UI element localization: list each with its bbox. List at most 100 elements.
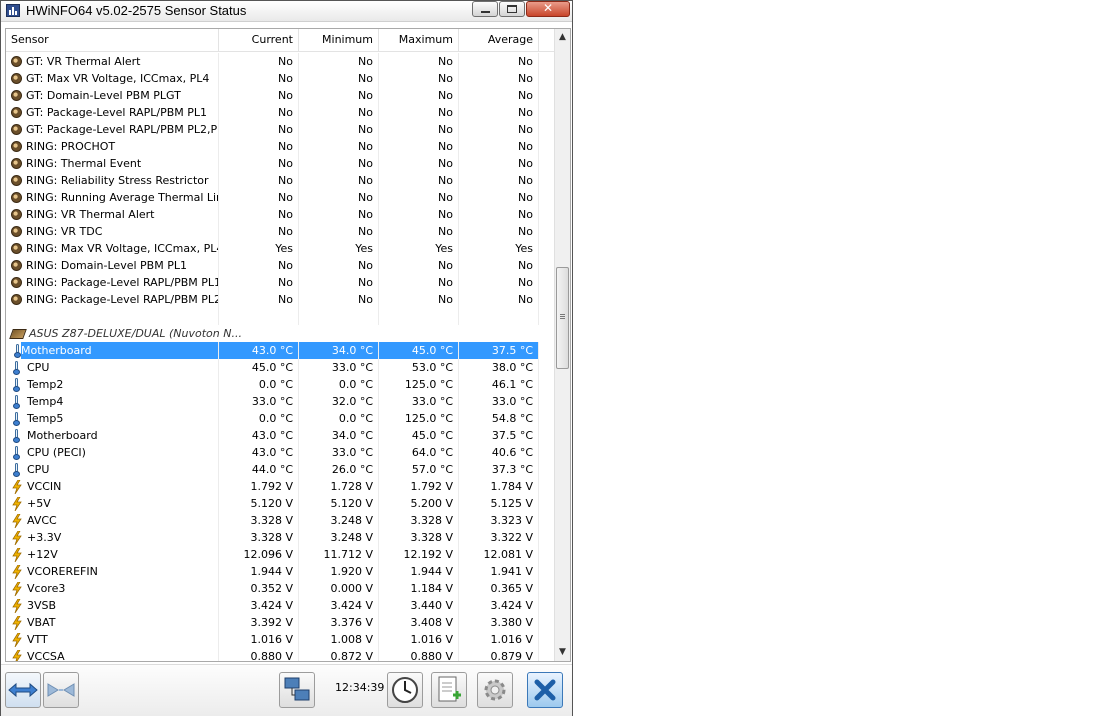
column-header-average[interactable]: Average	[459, 29, 539, 51]
sensor-name-cell: Motherboard	[12, 342, 219, 359]
sensor-label: RING: Max VR Voltage, ICCmax, PL4	[26, 242, 219, 255]
column-header-current[interactable]: Current	[219, 29, 299, 51]
value-average: No	[459, 291, 539, 308]
sensor-row[interactable]: 3VSB 3.424 V 3.424 V 3.440 V 3.424 V	[6, 597, 555, 614]
expand-arrows-icon	[6, 673, 40, 707]
settings-button[interactable]	[477, 672, 513, 708]
value-minimum: 0.000 V	[299, 580, 379, 597]
collapse-button[interactable]	[43, 672, 79, 708]
sensor-row[interactable]: +3.3V 3.328 V 3.248 V 3.328 V 3.322 V	[6, 529, 555, 546]
sensor-row[interactable]: +5V 5.120 V 5.120 V 5.200 V 5.125 V	[6, 495, 555, 512]
value-minimum: No	[299, 172, 379, 189]
value-minimum: 34.0 °C	[299, 427, 379, 444]
sensor-row[interactable]: RING: Thermal Event No No No No	[6, 155, 555, 172]
close-sensors-button[interactable]	[527, 672, 563, 708]
sensor-row[interactable]: GT: Domain-Level PBM PLGT No No No No	[6, 87, 555, 104]
sensor-label: GT: Max VR Voltage, ICCmax, PL4	[26, 72, 210, 85]
value-maximum: 1.944 V	[379, 563, 459, 580]
value-current: No	[219, 172, 299, 189]
value-average: 37.5 °C	[459, 427, 539, 444]
minimize-button[interactable]	[472, 1, 498, 17]
sensor-row[interactable]: Motherboard 43.0 °C 34.0 °C 45.0 °C 37.5 °C	[6, 427, 555, 444]
value-current: 45.0 °C	[219, 359, 299, 376]
value-minimum: 0.0 °C	[299, 376, 379, 393]
sensor-row[interactable]: Motherboard 43.0 °C 34.0 °C 45.0 °C 37.5 °C	[6, 342, 555, 359]
sensor-row[interactable]: AVCC 3.328 V 3.248 V 3.328 V 3.323 V	[6, 512, 555, 529]
sensor-row[interactable]: GT: VR Thermal Alert No No No No	[6, 53, 555, 70]
scroll-up-arrow-icon[interactable]: ▲	[555, 29, 570, 46]
sensor-name-cell: RING: Package-Level RAPL/PBM PL2...	[6, 291, 219, 308]
title-bar[interactable]: HWiNFO64 v5.02-2575 Sensor Status ✕	[1, 1, 572, 22]
value-maximum: No	[379, 206, 459, 223]
thermometer-icon	[11, 429, 23, 443]
column-header-sensor[interactable]: Sensor	[6, 29, 219, 51]
column-header-maximum[interactable]: Maximum	[379, 29, 459, 51]
value-average: No	[459, 121, 539, 138]
network-button[interactable]	[279, 672, 315, 708]
sensor-row[interactable]: RING: VR TDC No No No No	[6, 223, 555, 240]
value-current: 0.0 °C	[219, 376, 299, 393]
sensor-row[interactable]: RING: Reliability Stress Restrictor No No N…	[6, 172, 555, 189]
sensor-label: VCOREREFIN	[27, 565, 98, 578]
sensor-label: VBAT	[27, 616, 56, 629]
column-header-minimum[interactable]: Minimum	[299, 29, 379, 51]
value-average: No	[459, 172, 539, 189]
thermometer-icon	[11, 446, 23, 460]
value-current: No	[219, 87, 299, 104]
sensor-name-cell: RING: Reliability Stress Restrictor	[6, 172, 219, 189]
value-maximum: 125.0 °C	[379, 376, 459, 393]
sensor-name-cell: +12V	[6, 546, 219, 563]
scroll-thumb[interactable]	[556, 267, 569, 369]
sensor-row[interactable]: Temp2 0.0 °C 0.0 °C 125.0 °C 46.1 °C	[6, 376, 555, 393]
thermometer-icon	[12, 344, 24, 358]
sensor-row[interactable]: RING: PROCHOT No No No No	[6, 138, 555, 155]
value-maximum: 45.0 °C	[379, 427, 459, 444]
sensor-label: +3.3V	[27, 531, 62, 544]
value-minimum: 32.0 °C	[299, 393, 379, 410]
value-current: 3.328 V	[219, 512, 299, 529]
close-window-button[interactable]: ✕	[526, 1, 570, 17]
maximize-button[interactable]	[499, 1, 525, 17]
sensor-row[interactable]: CPU 44.0 °C 26.0 °C 57.0 °C 37.3 °C	[6, 461, 555, 478]
sensor-row[interactable]: Temp5 0.0 °C 0.0 °C 125.0 °C 54.8 °C	[6, 410, 555, 427]
sensor-dial-icon	[11, 141, 22, 152]
sensor-row[interactable]: CPU 45.0 °C 33.0 °C 53.0 °C 38.0 °C	[6, 359, 555, 376]
sensor-label: RING: Thermal Event	[26, 157, 142, 170]
value-average: Yes	[459, 240, 539, 257]
sensor-row[interactable]: RING: Domain-Level PBM PL1 No No No No	[6, 257, 555, 274]
sensor-row[interactable]: Vcore3 0.352 V 0.000 V 1.184 V 0.365 V	[6, 580, 555, 597]
sensor-row[interactable]: GT: Package-Level RAPL/PBM PL1 No No No No	[6, 104, 555, 121]
logging-button[interactable]	[431, 672, 467, 708]
sensor-row[interactable]: RING: VR Thermal Alert No No No No	[6, 206, 555, 223]
sensor-name-cell: 3VSB	[6, 597, 219, 614]
window-title: HWiNFO64 v5.02-2575 Sensor Status	[26, 3, 247, 18]
sensor-row[interactable]: RING: Max VR Voltage, ICCmax, PL4 Yes Yes Y…	[6, 240, 555, 257]
sensor-name-cell: CPU	[6, 461, 219, 478]
sensor-row[interactable]: VBAT 3.392 V 3.376 V 3.408 V 3.380 V	[6, 614, 555, 631]
value-current: No	[219, 223, 299, 240]
spacer-row	[6, 308, 555, 325]
sensor-dial-icon	[11, 209, 22, 220]
sensor-row[interactable]: VCOREREFIN 1.944 V 1.920 V 1.944 V 1.941 V	[6, 563, 555, 580]
sensor-row[interactable]: RING: Package-Level RAPL/PBM PL2... No No N…	[6, 291, 555, 308]
sensor-row[interactable]: VCCSA 0.880 V 0.872 V 0.880 V 0.879 V	[6, 648, 555, 661]
sensor-name-cell: VBAT	[6, 614, 219, 631]
sensor-row[interactable]: +12V 12.096 V 11.712 V 12.192 V 12.081 V	[6, 546, 555, 563]
vertical-scrollbar[interactable]: ▲ ▼	[554, 29, 570, 661]
sensor-row[interactable]: RING: Package-Level RAPL/PBM PL1 No No No No	[6, 274, 555, 291]
sensor-row[interactable]: VTT 1.016 V 1.008 V 1.016 V 1.016 V	[6, 631, 555, 648]
sensor-row[interactable]: CPU (PECI) 43.0 °C 33.0 °C 64.0 °C 40.6 °C	[6, 444, 555, 461]
window-controls: ✕	[472, 1, 572, 19]
value-minimum: No	[299, 87, 379, 104]
sensor-row[interactable]: GT: Max VR Voltage, ICCmax, PL4 No No No No	[6, 70, 555, 87]
sensor-row[interactable]: GT: Package-Level RAPL/PBM PL2,PL3 No No No…	[6, 121, 555, 138]
sensor-row[interactable]: VCCIN 1.792 V 1.728 V 1.792 V 1.784 V	[6, 478, 555, 495]
expand-button[interactable]	[5, 672, 41, 708]
value-current: 3.392 V	[219, 614, 299, 631]
close-icon: ✕	[542, 1, 554, 15]
scroll-down-arrow-icon[interactable]: ▼	[555, 644, 570, 661]
sensor-row[interactable]: RING: Running Average Thermal Limit No No N…	[6, 189, 555, 206]
sensor-row[interactable]: Temp4 33.0 °C 32.0 °C 33.0 °C 33.0 °C	[6, 393, 555, 410]
sensor-group-header[interactable]: ASUS Z87-DELUXE/DUAL (Nuvoton N...	[6, 325, 555, 342]
timer-button[interactable]	[387, 672, 423, 708]
